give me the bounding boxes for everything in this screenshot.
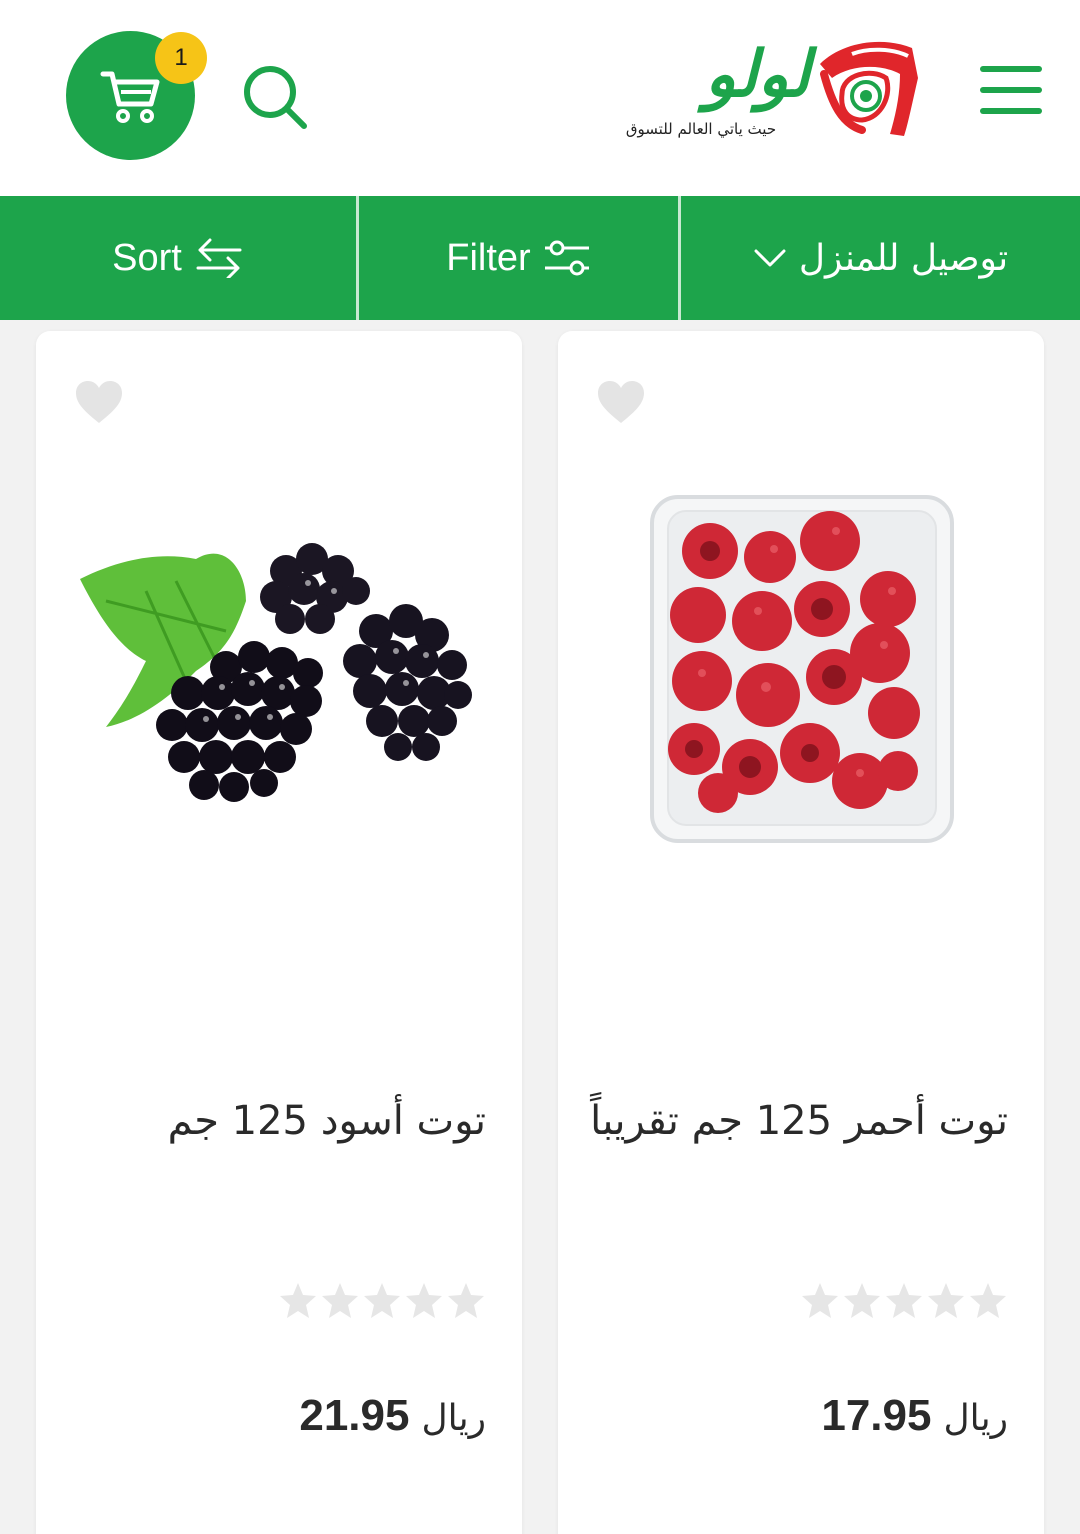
price-value: 17.95 (821, 1391, 932, 1440)
rating-stars (278, 1281, 486, 1323)
star-icon (802, 1283, 838, 1318)
star-icon (844, 1283, 880, 1318)
search-button[interactable] (240, 62, 312, 134)
star-icon (364, 1283, 400, 1318)
wishlist-button[interactable] (596, 379, 646, 425)
listing-toolbar: Sort Filter توصيل للمنزل (0, 196, 1080, 320)
wishlist-button[interactable] (74, 379, 124, 425)
star-icon (970, 1283, 1006, 1318)
filter-label: Filter (446, 236, 531, 279)
star-icon (886, 1283, 922, 1318)
hamburger-menu-button[interactable] (976, 62, 1046, 118)
product-price: 21.95 ريال (299, 1391, 486, 1451)
raspberries-image[interactable] (598, 481, 1004, 881)
sort-arrows-icon (196, 238, 242, 278)
sort-button[interactable]: Sort (0, 196, 359, 320)
product-listing-page: 1 لولو حيث ياتي العالم للتسوق Sort Filte… (0, 0, 1080, 1534)
product-card[interactable]: توت أسود 125 جم 21.95 ريال (36, 331, 522, 1534)
heart-icon (76, 381, 122, 423)
rating-stars (800, 1281, 1008, 1323)
search-icon (244, 66, 307, 129)
heart-icon (598, 381, 644, 423)
delivery-mode-dropdown[interactable]: توصيل للمنزل (681, 196, 1080, 320)
product-name[interactable]: توت أحمر 125 جم تقريباً (588, 1091, 1008, 1151)
star-icon (322, 1283, 358, 1318)
filter-sliders-icon (544, 240, 589, 276)
product-price: 17.95 ريال (821, 1391, 1008, 1451)
star-icon (928, 1283, 964, 1318)
logo-tagline: حيث ياتي العالم للتسوق (625, 120, 777, 138)
product-card[interactable]: توت أحمر 125 جم تقريباً 17.95 ريال (558, 331, 1044, 1534)
cart-icon (100, 71, 159, 123)
blackberries-image[interactable] (76, 481, 482, 881)
price-currency: ريال (943, 1398, 1008, 1439)
header: 1 لولو حيث ياتي العالم للتسوق (0, 0, 1080, 196)
star-icon (448, 1283, 484, 1318)
cart-count-badge: 1 (155, 32, 207, 84)
star-icon (280, 1283, 316, 1318)
delivery-mode-label: توصيل للمنزل (798, 237, 1009, 279)
chevron-down-icon (754, 249, 786, 267)
filter-button[interactable]: Filter (359, 196, 681, 320)
hamburger-menu-icon (980, 66, 1042, 114)
price-value: 21.95 (299, 1391, 410, 1440)
logo-emblem-icon (820, 41, 918, 136)
lulu-logo[interactable]: لولو حيث ياتي العالم للتسوق (586, 30, 926, 150)
sort-label: Sort (112, 236, 182, 279)
logo-wordmark: لولو (704, 38, 810, 112)
product-name[interactable]: توت أسود 125 جم (66, 1091, 486, 1151)
price-currency: ريال (421, 1398, 486, 1439)
star-icon (406, 1283, 442, 1318)
